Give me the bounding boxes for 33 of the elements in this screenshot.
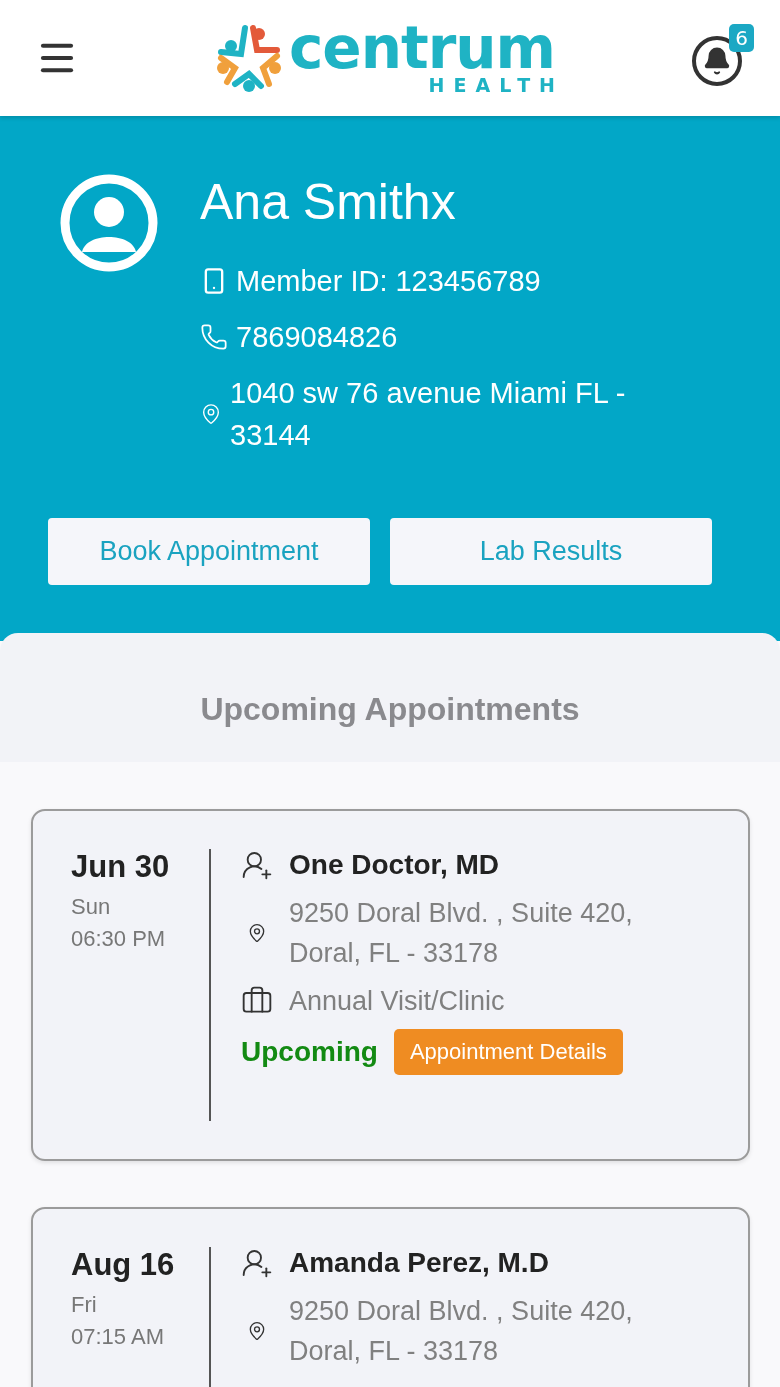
appointment-date: Aug 16 — [71, 1247, 176, 1283]
details-button[interactable]: Appointment Details — [393, 1029, 623, 1075]
location-icon — [200, 403, 222, 425]
doctor-icon — [241, 1247, 273, 1279]
logo-icon — [214, 24, 283, 92]
member-address: 1040 sw 76 avenue Miami FL - 33144 — [230, 376, 627, 453]
doctor-name: One Doctor, MD — [289, 849, 499, 881]
doctor-name: Amanda Perez, M.D — [289, 1247, 549, 1279]
appointment-date: Jun 30 — [71, 849, 171, 885]
action-button[interactable]: Book Appointment — [48, 518, 370, 585]
avatar-icon — [60, 174, 158, 272]
member-name: Ana Smithx — [200, 174, 457, 230]
phone-icon — [200, 323, 228, 351]
location-icon — [247, 923, 267, 943]
phone-number: 7869084826 — [236, 320, 398, 355]
notification-count: 6 — [729, 24, 754, 52]
bell-icon — [702, 46, 732, 76]
doctor-icon — [241, 849, 273, 881]
appointment-status: Upcoming — [241, 1036, 378, 1068]
member-id: 123456789 — [395, 264, 541, 299]
appointment-address: 9250 Doral Blvd. , Suite 420, Doral, FL - 33178 — [289, 897, 634, 970]
section-title: Upcoming Appointments — [200, 691, 580, 728]
visit-type: Annual Visit/Clinic — [289, 985, 505, 1017]
action-button[interactable]: Lab Results — [390, 518, 712, 585]
logo-subtitle: HEALTH — [428, 75, 565, 95]
member-id-label: Member ID: — [236, 264, 388, 299]
appointment-time: 07:15 AM — [71, 1323, 165, 1351]
appointment-weekday: Fri — [71, 1291, 98, 1319]
logo-text: centrum — [288, 21, 556, 75]
location-icon — [247, 1321, 267, 1341]
appointment-time: 06:30 PM — [71, 925, 167, 953]
appointment-address: 9250 Doral Blvd. , Suite 420, Doral, FL - 33178 — [289, 1295, 634, 1368]
appointment-weekday: Sun — [71, 893, 112, 921]
